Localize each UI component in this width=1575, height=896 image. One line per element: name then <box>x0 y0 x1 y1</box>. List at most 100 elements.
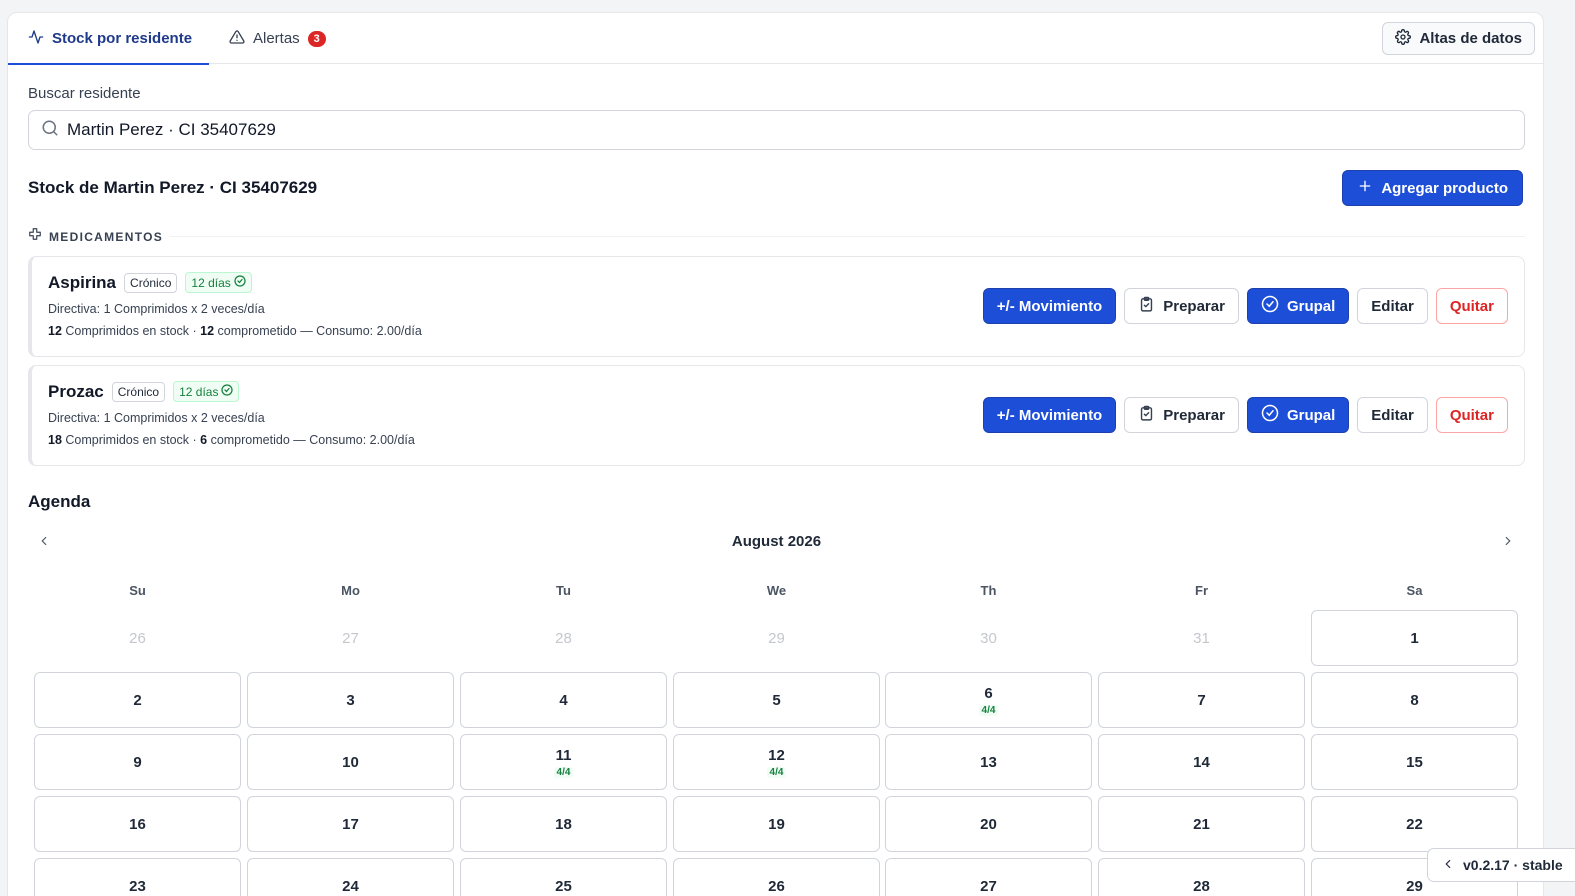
calendar-day[interactable]: 20 <box>885 796 1092 852</box>
alert-triangle-icon <box>229 29 245 49</box>
calendar-day[interactable]: 1 <box>1311 610 1518 666</box>
preparar-label: Preparar <box>1163 297 1225 315</box>
day-number: 14 <box>1193 753 1210 771</box>
calendar-day[interactable]: 13 <box>885 734 1092 790</box>
plus-icon <box>1357 178 1373 198</box>
stock-text: Comprimidos en stock · <box>61 433 201 447</box>
medication-header: Aspirina Crónico 12 días <box>48 272 252 293</box>
weekday-label: Su <box>129 583 146 598</box>
calendar-next-button[interactable] <box>1494 533 1522 553</box>
day-number: 26 <box>768 877 785 895</box>
altas-label: Altas de datos <box>1419 30 1522 47</box>
calendar-day[interactable]: 23 <box>34 858 241 896</box>
medication-name: Aspirina <box>48 272 117 292</box>
calendar-day: 27 <box>247 610 454 666</box>
tab-stock-por-residente[interactable]: Stock por residente <box>8 13 209 65</box>
calendar-day: 29 <box>673 610 880 666</box>
calendar-day[interactable]: 21 <box>1098 796 1305 852</box>
days-badge: 12 días <box>185 272 252 293</box>
gear-icon <box>1395 28 1412 49</box>
editar-button[interactable]: Editar <box>1357 288 1428 324</box>
preparar-button[interactable]: Preparar <box>1124 288 1239 324</box>
calendar-day[interactable]: 14 <box>1098 734 1305 790</box>
calendar-day[interactable]: 19 <box>673 796 880 852</box>
calendar-day[interactable]: 4 <box>460 672 667 728</box>
dose-indicator: 4/4 <box>553 766 574 778</box>
calendar-day[interactable]: 6 4/4 <box>885 672 1092 728</box>
movimiento-button[interactable]: +/- Movimiento <box>982 397 1117 433</box>
calendar-day[interactable]: 2 <box>34 672 241 728</box>
day-number: 26 <box>129 629 146 647</box>
search-input[interactable] <box>67 120 1467 140</box>
day-number: 25 <box>555 877 572 895</box>
calendar-day[interactable]: 27 <box>885 858 1092 896</box>
divider <box>170 236 1525 237</box>
medications-section-header: MEDICAMENTOS <box>28 227 1525 246</box>
calendar-day[interactable]: 9 <box>34 734 241 790</box>
altas-de-datos-button[interactable]: Altas de datos <box>1382 22 1535 55</box>
day-number: 28 <box>555 629 572 647</box>
editar-button[interactable]: Editar <box>1357 397 1428 433</box>
medication-actions: +/- Movimiento Preparar Grupal Editar Qu… <box>982 288 1508 324</box>
calendar-day[interactable]: 26 <box>673 858 880 896</box>
weekday-label: Mo <box>341 583 360 598</box>
day-number: 31 <box>1193 629 1210 647</box>
calendar-day[interactable]: 3 <box>247 672 454 728</box>
medication-stock: 12 Comprimidos en stock · 12 comprometid… <box>48 324 422 338</box>
agenda-title: Agenda <box>28 492 91 511</box>
alert-count-badge: 3 <box>307 30 326 47</box>
calendar-day[interactable]: 11 4/4 <box>460 734 667 790</box>
grupal-button[interactable]: Grupal <box>1246 397 1350 433</box>
medication-card: Prozac Crónico 12 días Directiva: 1 Comp… <box>28 365 1525 466</box>
stock-text: Comprimidos en stock · <box>61 324 201 338</box>
days-label: 12 días <box>191 275 231 290</box>
add-product-button[interactable]: Agregar producto <box>1342 170 1523 206</box>
check-circle-icon <box>1261 404 1279 426</box>
day-number: 2 <box>133 691 142 709</box>
tab-label: Stock por residente <box>52 30 193 47</box>
calendar-day[interactable]: 22 <box>1311 796 1518 852</box>
medication-directive: Directiva: 1 Comprimidos x 2 veces/día <box>48 302 265 316</box>
quitar-button[interactable]: Quitar <box>1435 288 1508 324</box>
quitar-button[interactable]: Quitar <box>1435 397 1508 433</box>
dose-indicator: 4/4 <box>766 766 787 778</box>
calendar-day[interactable]: 10 <box>247 734 454 790</box>
calendar-day[interactable]: 28 <box>1098 858 1305 896</box>
version-tab[interactable]: v0.2.17 · stable <box>1427 848 1575 882</box>
day-number: 27 <box>342 629 359 647</box>
calendar-prev-button[interactable] <box>30 533 58 553</box>
dose-indicator: 4/4 <box>978 704 999 716</box>
medication-name: Prozac <box>48 381 104 401</box>
day-number: 24 <box>342 877 359 895</box>
day-number: 23 <box>129 877 146 895</box>
grupal-button[interactable]: Grupal <box>1246 288 1350 324</box>
preparar-button[interactable]: Preparar <box>1124 397 1239 433</box>
type-badge: Crónico <box>111 381 166 402</box>
movimiento-button[interactable]: +/- Movimiento <box>982 288 1117 324</box>
preparar-label: Preparar <box>1163 406 1225 424</box>
day-number: 15 <box>1406 753 1423 771</box>
day-number: 30 <box>980 629 997 647</box>
chevron-left-icon <box>37 534 51 553</box>
calendar-day[interactable]: 24 <box>247 858 454 896</box>
medication-header: Prozac Crónico 12 días <box>48 381 240 402</box>
day-number: 3 <box>346 691 355 709</box>
calendar-day[interactable]: 8 <box>1311 672 1518 728</box>
calendar-day[interactable]: 7 <box>1098 672 1305 728</box>
stock-qty: 18 <box>48 433 62 447</box>
tab-label: Alertas <box>253 30 300 47</box>
calendar-day[interactable]: 12 4/4 <box>673 734 880 790</box>
calendar-day[interactable]: 18 <box>460 796 667 852</box>
calendar-day[interactable]: 25 <box>460 858 667 896</box>
day-number: 29 <box>1406 877 1423 895</box>
days-badge: 12 días <box>173 381 240 402</box>
calendar-day[interactable]: 17 <box>247 796 454 852</box>
committed-text: comprometido — Consumo: 2.00/día <box>207 433 415 447</box>
committed-text: comprometido — Consumo: 2.00/día <box>214 324 422 338</box>
activity-icon <box>28 29 44 49</box>
calendar-day[interactable]: 5 <box>673 672 880 728</box>
calendar-day[interactable]: 15 <box>1311 734 1518 790</box>
tab-alertas[interactable]: Alertas 3 <box>228 13 326 64</box>
calendar-day: 30 <box>885 610 1092 666</box>
calendar-day[interactable]: 16 <box>34 796 241 852</box>
